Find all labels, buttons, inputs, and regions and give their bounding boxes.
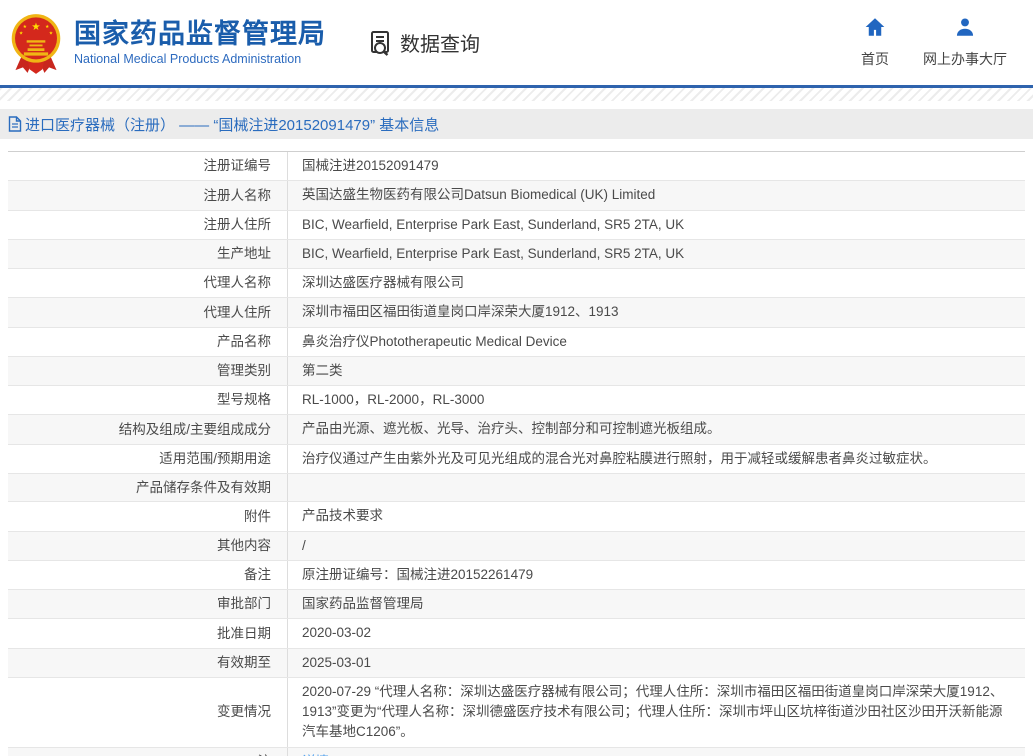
data-query-label: 数据查询 <box>400 28 480 57</box>
row-label: 代理人住所 <box>8 298 288 326</box>
data-query-tab[interactable]: 数据查询 <box>368 28 480 57</box>
row-label: 结构及组成/主要组成成分 <box>8 415 288 443</box>
row-value: 详情 <box>288 748 1025 756</box>
row-label: 型号规格 <box>8 386 288 414</box>
table-row: 适用范围/预期用途治疗仪通过产生由紫外光及可见光组成的混合光对鼻腔粘膜进行照射，… <box>8 445 1025 474</box>
row-value: 2020-07-29 “代理人名称：深圳达盛医疗器械有限公司；代理人住所：深圳市… <box>288 678 1025 747</box>
row-value: 2025-03-01 <box>288 649 1025 677</box>
row-label: 审批部门 <box>8 590 288 618</box>
row-value: / <box>288 532 1025 560</box>
svg-text:★: ★ <box>23 24 27 29</box>
row-value: BIC, Wearfield, Enterprise Park East, Su… <box>288 211 1025 239</box>
hatch-strip <box>0 88 1033 101</box>
row-value: 英国达盛生物医药有限公司Datsun Biomedical (UK) Limit… <box>288 181 1025 209</box>
site-header: ★ ★ ★ ★ ★ 国家药品监督管理局 National Medical Pro… <box>0 0 1033 85</box>
breadcrumb-text: 进口医疗器械（注册） —— “国械注进20152091479” 基本信息 <box>25 114 439 135</box>
row-label: 注册人住所 <box>8 211 288 239</box>
svg-text:★: ★ <box>19 30 23 35</box>
row-value: 深圳达盛医疗器械有限公司 <box>288 269 1025 297</box>
row-label: 有效期至 <box>8 649 288 677</box>
row-label: 注 <box>8 748 288 756</box>
nav-item-service-hall[interactable]: 网上办事大厅 <box>923 16 1007 69</box>
row-label: 代理人名称 <box>8 269 288 297</box>
row-label: 变更情况 <box>8 678 288 747</box>
table-row: 产品储存条件及有效期 <box>8 474 1025 503</box>
row-value: 2020-03-02 <box>288 619 1025 647</box>
table-row: 结构及组成/主要组成成分产品由光源、遮光板、光导、治疗头、控制部分和可控制遮光板… <box>8 415 1025 444</box>
nav-item-home[interactable]: 首页 <box>861 16 889 69</box>
row-label: 适用范围/预期用途 <box>8 445 288 473</box>
table-row: 注册人名称英国达盛生物医药有限公司Datsun Biomedical (UK) … <box>8 181 1025 210</box>
table-row: 代理人名称深圳达盛医疗器械有限公司 <box>8 269 1025 298</box>
row-value: 国械注进20152091479 <box>288 152 1025 180</box>
row-label: 注册人名称 <box>8 181 288 209</box>
china-national-emblem-icon: ★ ★ ★ ★ ★ <box>8 11 64 77</box>
row-value: 第二类 <box>288 357 1025 385</box>
document-search-icon <box>368 29 396 57</box>
table-row: 注册证编号国械注进20152091479 <box>8 152 1025 181</box>
row-value: 产品技术要求 <box>288 502 1025 530</box>
row-value: 国家药品监督管理局 <box>288 590 1025 618</box>
table-row: 管理类别第二类 <box>8 357 1025 386</box>
svg-text:★: ★ <box>31 22 40 33</box>
table-row: 备注原注册证编号：国械注进20152261479 <box>8 561 1025 590</box>
info-table: 注册证编号国械注进20152091479注册人名称英国达盛生物医药有限公司Dat… <box>8 151 1025 756</box>
table-row: 生产地址BIC, Wearfield, Enterprise Park East… <box>8 240 1025 269</box>
row-label: 其他内容 <box>8 532 288 560</box>
row-label: 批准日期 <box>8 619 288 647</box>
row-label: 备注 <box>8 561 288 589</box>
site-subtitle: National Medical Products Administration <box>74 52 326 66</box>
user-icon <box>954 16 976 43</box>
row-label: 管理类别 <box>8 357 288 385</box>
nav-item-label: 网上办事大厅 <box>923 49 1007 69</box>
row-value <box>288 484 1025 492</box>
table-row: 型号规格RL-1000，RL-2000，RL-3000 <box>8 386 1025 415</box>
table-row: 代理人住所深圳市福田区福田街道皇岗口岸深荣大厦1912、1913 <box>8 298 1025 327</box>
table-row: 注册人住所BIC, Wearfield, Enterprise Park Eas… <box>8 211 1025 240</box>
table-row: 附件产品技术要求 <box>8 502 1025 531</box>
site-title: 国家药品监督管理局 <box>74 19 326 50</box>
row-value: BIC, Wearfield, Enterprise Park East, Su… <box>288 240 1025 268</box>
svg-text:★: ★ <box>49 30 53 35</box>
table-row: 变更情况2020-07-29 “代理人名称：深圳达盛医疗器械有限公司；代理人住所… <box>8 678 1025 748</box>
table-row: 注详情 <box>8 748 1025 756</box>
row-value: 鼻炎治疗仪Phototherapeutic Medical Device <box>288 328 1025 356</box>
table-row: 产品名称鼻炎治疗仪Phototherapeutic Medical Device <box>8 328 1025 357</box>
table-row: 其他内容/ <box>8 532 1025 561</box>
row-value: 产品由光源、遮光板、光导、治疗头、控制部分和可控制遮光板组成。 <box>288 415 1025 443</box>
table-row: 有效期至2025-03-01 <box>8 649 1025 678</box>
row-label: 附件 <box>8 502 288 530</box>
row-value: RL-1000，RL-2000，RL-3000 <box>288 386 1025 414</box>
nav-item-label: 首页 <box>861 49 889 69</box>
row-label: 产品储存条件及有效期 <box>8 474 288 502</box>
row-value: 治疗仪通过产生由紫外光及可见光组成的混合光对鼻腔粘膜进行照射，用于减轻或缓解患者… <box>288 445 1025 473</box>
table-row: 批准日期2020-03-02 <box>8 619 1025 648</box>
row-value: 深圳市福田区福田街道皇岗口岸深荣大厦1912、1913 <box>288 298 1025 326</box>
row-label: 注册证编号 <box>8 152 288 180</box>
row-value: 原注册证编号：国械注进20152261479 <box>288 561 1025 589</box>
home-icon <box>864 16 886 43</box>
svg-text:★: ★ <box>45 24 49 29</box>
row-label: 生产地址 <box>8 240 288 268</box>
brand-block: ★ ★ ★ ★ ★ 国家药品监督管理局 National Medical Pro… <box>8 9 326 77</box>
table-row: 审批部门国家药品监督管理局 <box>8 590 1025 619</box>
row-label: 产品名称 <box>8 328 288 356</box>
document-icon <box>8 116 22 132</box>
top-nav: 首页 网上办事大厅 <box>861 16 1033 69</box>
breadcrumb: 进口医疗器械（注册） —— “国械注进20152091479” 基本信息 <box>0 109 1033 139</box>
